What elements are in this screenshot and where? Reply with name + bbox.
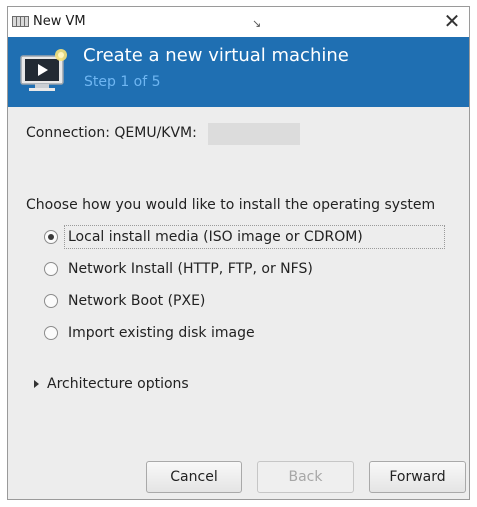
radio-option-network-boot[interactable]: Network Boot (PXE) bbox=[44, 289, 205, 313]
radio-label: Local install media (ISO image or CDROM) bbox=[68, 229, 363, 245]
virtual-machine-monitor-icon bbox=[20, 49, 67, 91]
expander-arrow-icon bbox=[34, 380, 39, 388]
wizard-title: Create a new virtual machine bbox=[83, 45, 349, 66]
radio-label: Network Boot (PXE) bbox=[68, 293, 206, 309]
connection-label: Connection: QEMU/KVM: bbox=[26, 125, 197, 141]
radio-option-import-disk[interactable]: Import existing disk image bbox=[44, 321, 255, 345]
connection-host-redacted bbox=[208, 123, 300, 145]
radio-label: Import existing disk image bbox=[68, 325, 255, 341]
radio-option-local-media[interactable]: Local install media (ISO image or CDROM) bbox=[44, 225, 363, 249]
radio-button-selected[interactable] bbox=[44, 230, 58, 244]
radio-button[interactable] bbox=[44, 262, 58, 276]
close-button[interactable]: ✕ bbox=[441, 10, 463, 32]
mouse-cursor-icon: ↘ bbox=[252, 17, 262, 30]
radio-button[interactable] bbox=[44, 294, 58, 308]
wizard-step-indicator: Step 1 of 5 bbox=[84, 74, 161, 90]
title-bar[interactable]: New VM ↘ ✕ bbox=[8, 7, 469, 37]
radio-button[interactable] bbox=[44, 326, 58, 340]
window-title: New VM bbox=[33, 14, 86, 29]
radio-option-network-install[interactable]: Network Install (HTTP, FTP, or NFS) bbox=[44, 257, 313, 281]
install-method-question: Choose how you would like to install the… bbox=[26, 197, 436, 213]
app-icon bbox=[12, 16, 29, 27]
architecture-options-expander[interactable]: Architecture options bbox=[34, 376, 189, 392]
radio-label: Network Install (HTTP, FTP, or NFS) bbox=[68, 261, 313, 277]
expander-label: Architecture options bbox=[47, 376, 189, 392]
back-button[interactable]: Back bbox=[257, 461, 354, 493]
forward-button[interactable]: Forward bbox=[369, 461, 466, 493]
cancel-button[interactable]: Cancel bbox=[146, 461, 242, 493]
new-vm-dialog: New VM ↘ ✕ Create a new virtual machine … bbox=[7, 6, 470, 500]
wizard-header-banner: Create a new virtual machine Step 1 of 5 bbox=[8, 37, 469, 107]
